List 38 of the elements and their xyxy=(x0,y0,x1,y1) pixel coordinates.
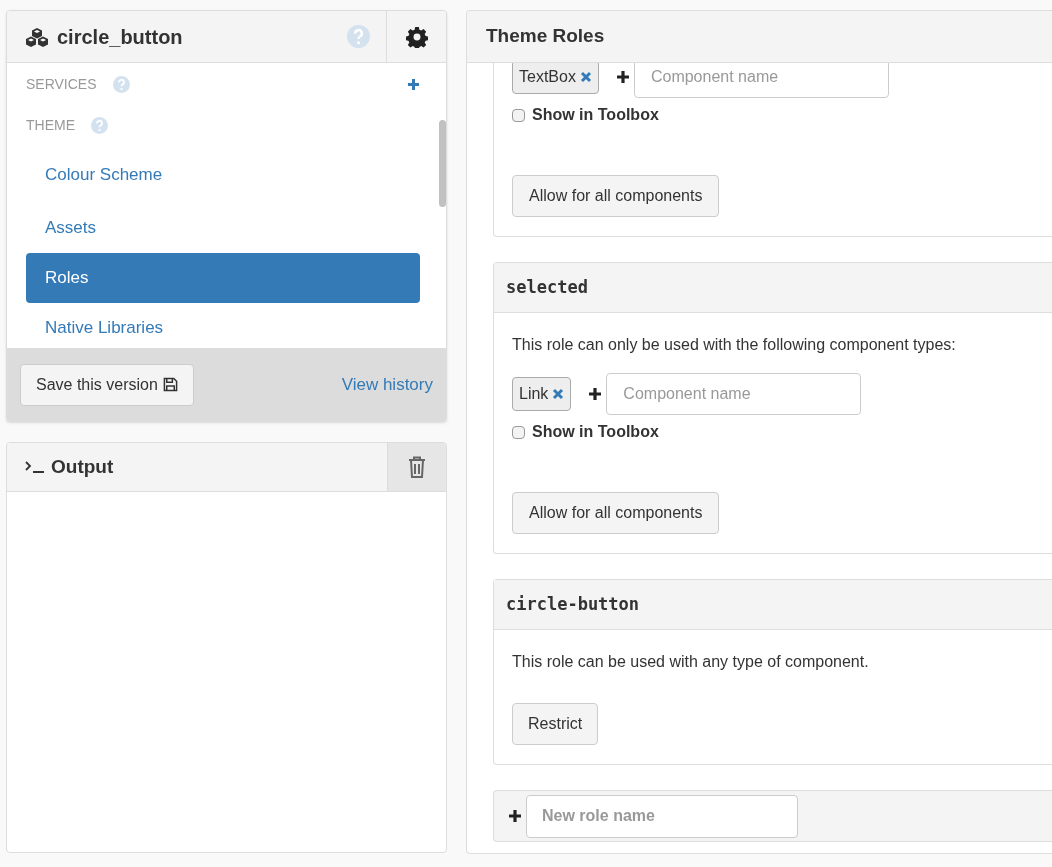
panel-title: Theme Roles xyxy=(486,24,605,49)
role-name: circle-button xyxy=(506,592,640,616)
checkbox-label: Show in Toolbox xyxy=(532,422,659,442)
view-history-link[interactable]: View history xyxy=(341,371,433,398)
nav-item[interactable]: Roles xyxy=(26,253,420,303)
new-role-field[interactable]: New role name xyxy=(526,794,798,838)
role-description: This role can only be used with the following component types: xyxy=(512,335,957,355)
restrict-button[interactable]: Restrict xyxy=(512,703,599,745)
plus-icon[interactable] xyxy=(615,70,630,84)
role-name: selected xyxy=(506,275,588,299)
nav-item[interactable]: Native Libraries xyxy=(26,303,420,348)
clear-output-button[interactable] xyxy=(387,443,446,491)
remove-icon[interactable] xyxy=(579,71,592,83)
allow-all-button[interactable]: Allow for all components xyxy=(512,175,720,217)
settings-icon xyxy=(405,25,428,48)
remove-icon[interactable] xyxy=(552,388,565,400)
save-version-button[interactable]: Save this version xyxy=(20,363,194,406)
plus-icon xyxy=(508,809,522,823)
cubes-icon xyxy=(25,26,49,47)
component-tag: TextBox xyxy=(512,63,599,94)
checkbox[interactable] xyxy=(512,108,525,122)
role-description: This role can be used with any type of component. xyxy=(512,652,870,672)
section-heading: THEME xyxy=(26,116,75,135)
trash-icon xyxy=(408,456,426,478)
component-tag: Link xyxy=(512,377,572,411)
app-title: circle_button xyxy=(57,24,183,50)
scrollbar[interactable] xyxy=(439,120,446,207)
nav-item[interactable]: Colour Scheme xyxy=(26,150,420,200)
checkbox[interactable] xyxy=(512,425,525,439)
allow-all-button[interactable]: Allow for all components xyxy=(512,492,720,534)
component-name-field[interactable]: Component name xyxy=(606,373,862,415)
checkbox-label: Show in Toolbox xyxy=(532,105,659,125)
terminal-icon xyxy=(25,461,45,473)
section-heading: SERVICES xyxy=(26,75,97,94)
output-title: Output xyxy=(51,454,114,479)
component-name-field[interactable]: Component name xyxy=(633,63,889,98)
nav-item[interactable]: Assets xyxy=(26,203,420,253)
plus-icon[interactable] xyxy=(588,387,603,401)
